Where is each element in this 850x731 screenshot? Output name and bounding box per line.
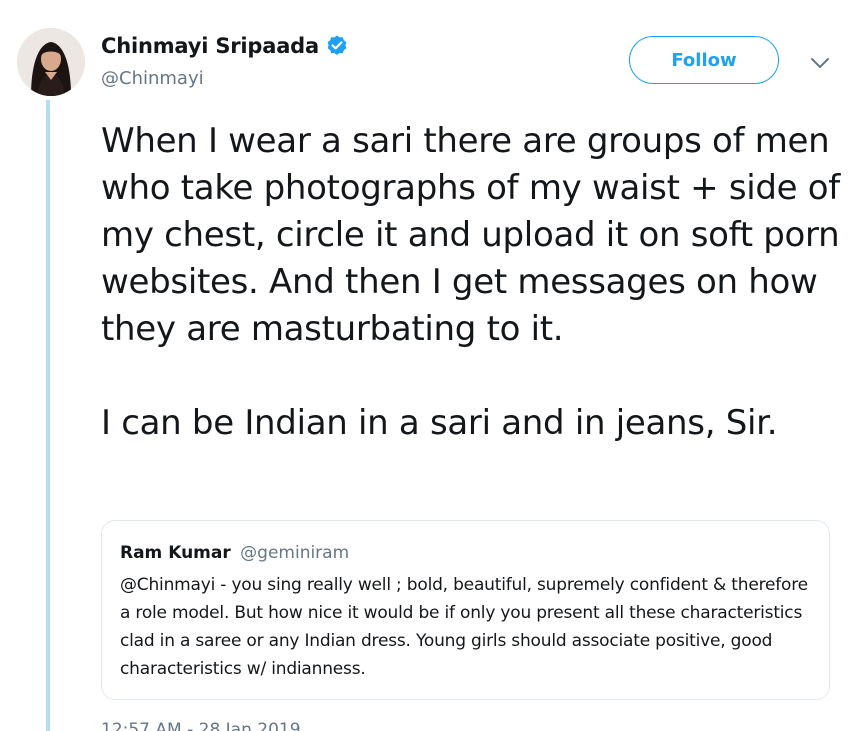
- tweet-card: Chinmayi Sripaada @Chinmayi Follow When …: [0, 0, 850, 731]
- quoted-tweet-text: @Chinmayi - you sing really well ; bold,…: [120, 575, 808, 679]
- follow-button[interactable]: Follow: [629, 36, 779, 84]
- chevron-down-icon[interactable]: [806, 52, 834, 74]
- quoted-tweet[interactable]: Ram Kumar @geminiram @Chinmayi - you sin…: [101, 520, 830, 700]
- tweet-text: When I wear a sari there are groups of m…: [101, 118, 841, 447]
- author-display-name[interactable]: Chinmayi Sripaada: [101, 34, 319, 58]
- tweet-paragraph: When I wear a sari there are groups of m…: [101, 121, 840, 349]
- tweet-timestamp[interactable]: 12:57 AM - 28 Jan 2019: [101, 720, 301, 731]
- quoted-tweet-name: Ram Kumar: [120, 543, 231, 563]
- author-name-row[interactable]: Chinmayi Sripaada: [101, 34, 349, 58]
- profile-photo-icon: [17, 28, 85, 96]
- quoted-tweet-author: Ram Kumar @geminiram: [120, 543, 811, 563]
- thread-line: [46, 100, 50, 731]
- avatar[interactable]: [17, 28, 85, 96]
- author-handle[interactable]: @Chinmayi: [101, 68, 204, 89]
- tweet-paragraph: I can be Indian in a sari and in jeans, …: [101, 403, 778, 443]
- quoted-tweet-handle: @geminiram: [240, 543, 350, 563]
- verified-badge-icon: [327, 35, 347, 55]
